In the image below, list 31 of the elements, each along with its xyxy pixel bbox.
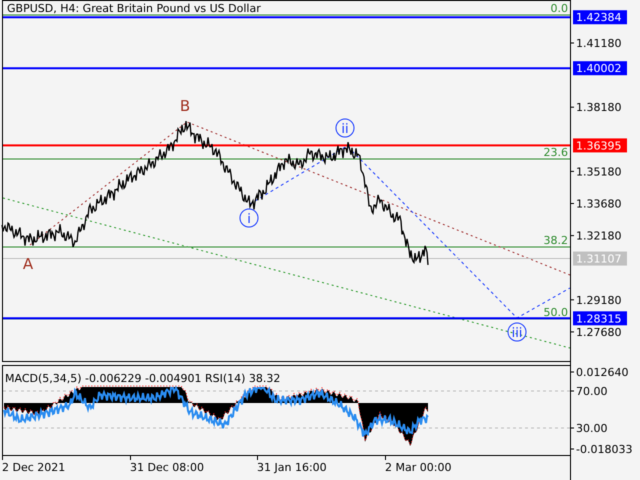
time-axis-label: 31 Dec 08:00	[130, 461, 204, 474]
price-level-label: 1.31107	[573, 252, 627, 266]
indicator-title: MACD(5,34,5) -0.006229 -0.004901 RSI(14) 38.32	[5, 372, 280, 385]
time-axis-label: 31 Jan 16:00	[257, 461, 327, 474]
time-axis-label: 2 Dec 2021	[2, 461, 66, 474]
chart-title: GBPUSD, H4: Great Britain Pound vs US Dollar	[7, 2, 261, 15]
price-axis-label: 1.38180	[576, 101, 622, 114]
wave-marker: ii	[336, 118, 354, 138]
price-axis-label: 1.41180	[576, 37, 622, 50]
price-axis-label: 1.29180	[576, 294, 622, 307]
price-axis-label: 1.33680	[576, 198, 622, 210]
fibonacci-level-label: 38.2	[544, 234, 568, 247]
indicator-axis-label: -0.018033	[576, 443, 632, 456]
wave-marker: i	[240, 208, 258, 228]
wave-label: B	[180, 97, 190, 115]
indicator-axis-label: 70.00	[576, 385, 608, 398]
price-level-label: 1.36395	[573, 138, 627, 152]
fibonacci-level-label: 23.6	[544, 146, 568, 159]
wave-marker: iii	[508, 322, 526, 342]
price-level-label: 1.40002	[573, 61, 627, 76]
price-level-label: 1.42384	[573, 10, 627, 24]
fibonacci-level-label: 50.0	[544, 306, 568, 319]
time-axis-label: 2 Mar 00:00	[385, 461, 452, 474]
indicator-axis-label: 0.012640	[576, 366, 628, 379]
indicator-axis-label: 30.00	[576, 422, 608, 435]
wave-label: A	[22, 255, 34, 273]
price-level-label: 1.28315	[573, 311, 627, 326]
price-axis-label: 1.35180	[576, 165, 622, 178]
price-axis-label: 1.27680	[576, 326, 622, 339]
price-axis-label: 1.32180	[576, 230, 622, 243]
fibonacci-level-label: 0.0	[550, 2, 568, 15]
